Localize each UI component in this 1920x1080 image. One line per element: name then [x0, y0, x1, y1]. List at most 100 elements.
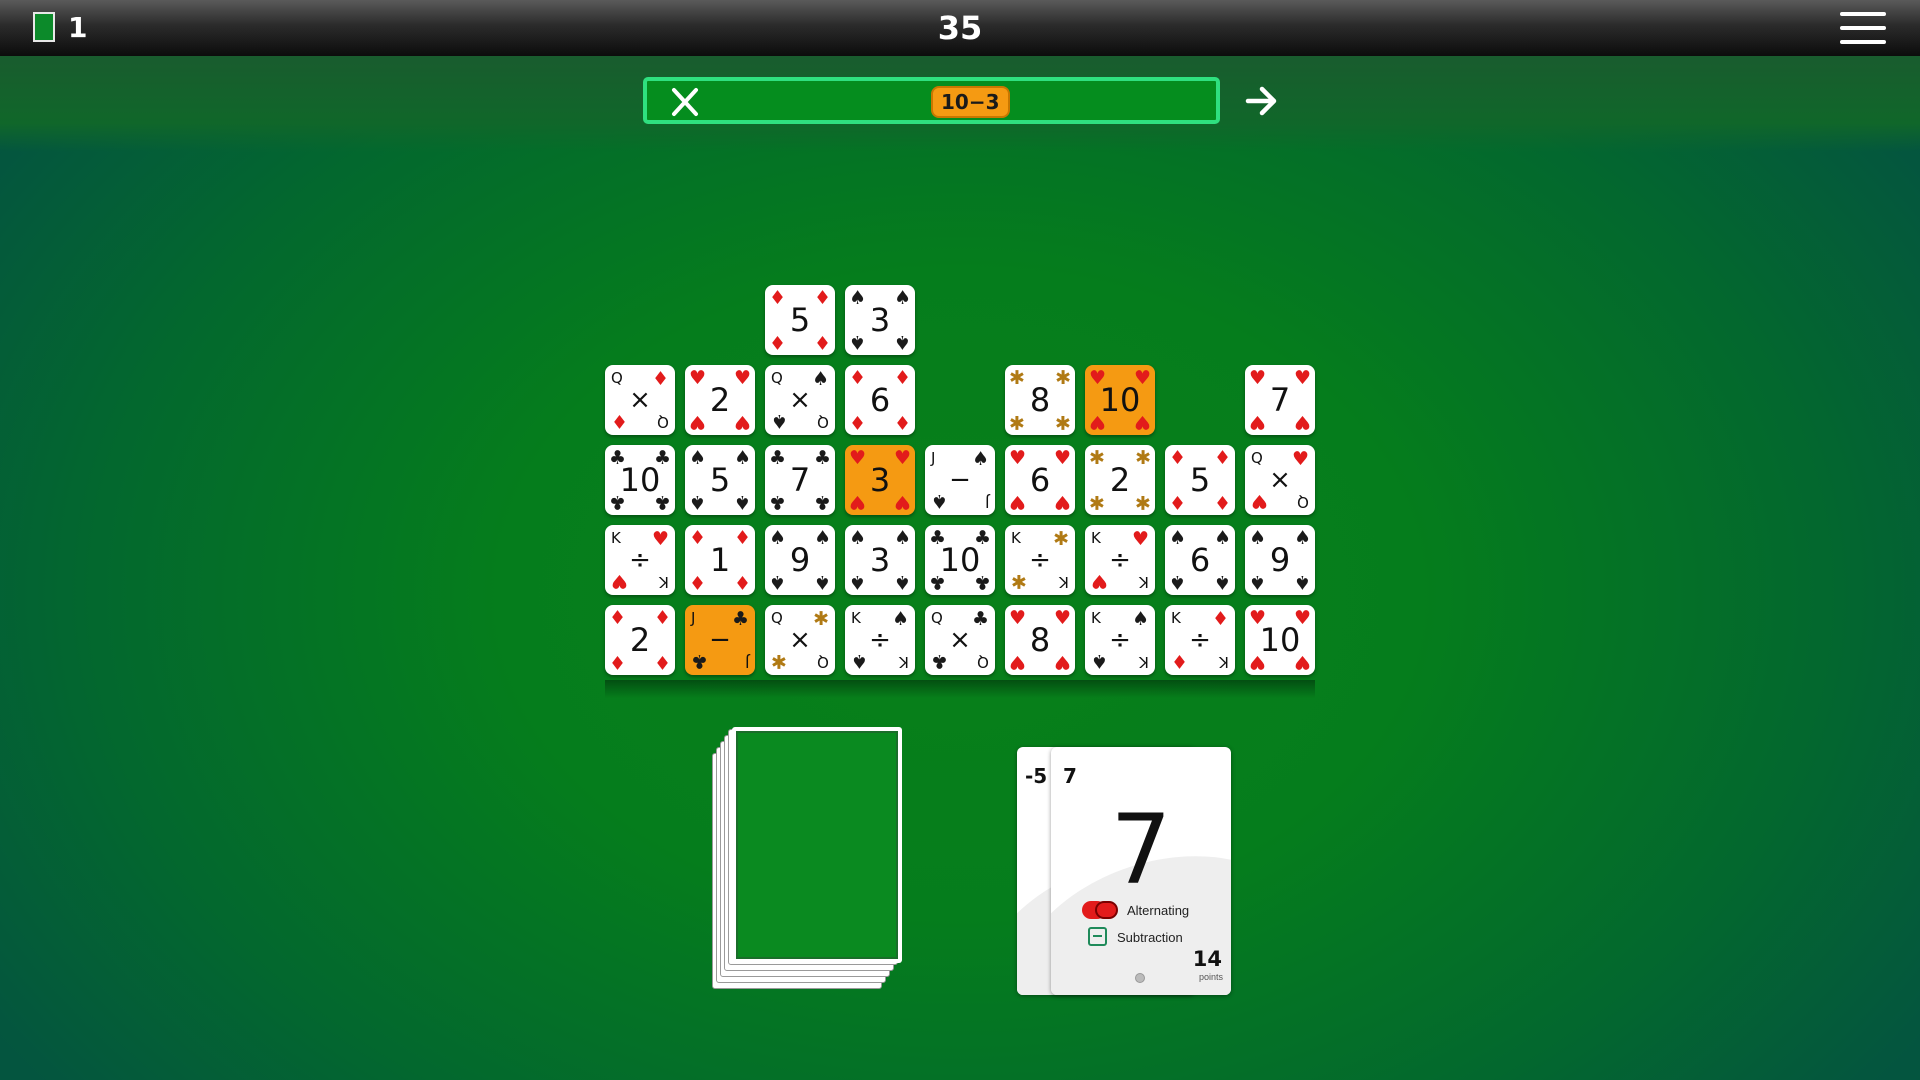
rule-subtraction: Subtraction [1117, 930, 1183, 945]
card-rank: K [1219, 653, 1229, 671]
card-q-diamonds[interactable]: Q Q ♦ ♦ × [605, 365, 675, 435]
card-q-spades[interactable]: Q Q ♠ ♠ × [765, 365, 835, 435]
card-10-hearts[interactable]: ♥ ♥ ♥ ♥ 10 [1245, 605, 1315, 675]
card-operator: ÷ [1029, 545, 1051, 575]
current-card-value: 7 [1110, 794, 1172, 906]
card-rank: K [899, 653, 909, 671]
card-operator: ÷ [629, 545, 651, 575]
card-k-diamonds[interactable]: K K ♦ ♦ ÷ [1165, 605, 1235, 675]
card-operator: ÷ [1189, 625, 1211, 655]
card-5-diamonds[interactable]: ♦ ♦ ♦ ♦ 5 [765, 285, 835, 355]
arrow-right-icon[interactable] [1242, 83, 1282, 119]
card-k-hearts[interactable]: K K ♥ ♥ ÷ [1085, 525, 1155, 595]
card-value: 2 [629, 621, 651, 659]
card-operator: ÷ [1109, 625, 1131, 655]
card-value: 1 [709, 541, 731, 579]
card-operator: × [789, 625, 811, 655]
card-value: 5 [709, 461, 731, 499]
card-rank: Q [931, 609, 943, 627]
card-rank: Q [771, 609, 783, 627]
previous-card-value: -5 [1025, 764, 1048, 788]
card-operator: × [1269, 465, 1291, 495]
card-rank: J [984, 493, 989, 511]
card-q-clubs[interactable]: Q Q ♣ ♣ × [925, 605, 995, 675]
card-value: 10 [1099, 381, 1141, 419]
card-operator: × [789, 385, 811, 415]
indicator-dot [1135, 973, 1145, 983]
discard-pile: -5 7 7 Alternating Subtraction 14 points [1017, 747, 1232, 995]
card-rank: K [1011, 529, 1021, 547]
card-value: 8 [1029, 621, 1051, 659]
card-rank: Q [611, 369, 623, 387]
card-value: 8 [1029, 381, 1051, 419]
expression-box: 10−3 [643, 77, 1220, 124]
card-value: 9 [1269, 541, 1291, 579]
board-tray [605, 680, 1315, 698]
card-10-clubs[interactable]: ♣ ♣ ♣ ♣ 10 [605, 445, 675, 515]
card-6-hearts[interactable]: ♥ ♥ ♥ ♥ 6 [1005, 445, 1075, 515]
card-10-clubs[interactable]: ♣ ♣ ♣ ♣ 10 [925, 525, 995, 595]
card-value: 2 [709, 381, 731, 419]
card-value: 10 [619, 461, 661, 499]
card-9-spades[interactable]: ♠ ♠ ♠ ♠ 9 [765, 525, 835, 595]
rule-alternating: Alternating [1127, 903, 1190, 918]
top-bar: 1 35 [0, 0, 1920, 56]
card-9-spades[interactable]: ♠ ♠ ♠ ♠ 9 [1245, 525, 1315, 595]
score: 35 [937, 9, 983, 47]
card-3-hearts[interactable]: ♥ ♥ ♥ ♥ 3 [845, 445, 915, 515]
subtraction-icon [1088, 927, 1107, 946]
card-j-spades[interactable]: J J ♠ ♠ − [925, 445, 995, 515]
card-rank: K [1171, 609, 1181, 627]
card-2-diamonds[interactable]: ♦ ♦ ♦ ♦ 2 [605, 605, 675, 675]
close-icon[interactable] [667, 85, 703, 119]
card-8-bees[interactable]: ✱ ✱ ✱ ✱ 8 [1005, 365, 1075, 435]
card-2-bees[interactable]: ✱ ✱ ✱ ✱ 2 [1085, 445, 1155, 515]
card-value: 10 [939, 541, 981, 579]
current-card: 7 7 Alternating Subtraction 14 points [1051, 747, 1231, 995]
card-1-diamonds[interactable]: ♦ ♦ ♦ ♦ 1 [685, 525, 755, 595]
card-value: 3 [869, 461, 891, 499]
card-operator: − [709, 625, 731, 655]
points-value: 14 [1192, 947, 1222, 971]
card-6-spades[interactable]: ♠ ♠ ♠ ♠ 6 [1165, 525, 1235, 595]
current-card-corner-value: 7 [1063, 764, 1077, 788]
card-k-spades[interactable]: K K ♠ ♠ ÷ [845, 605, 915, 675]
alternating-icon [1082, 901, 1118, 919]
card-value: 7 [789, 461, 811, 499]
card-rank: J [691, 609, 696, 627]
points-label: points [1198, 972, 1223, 982]
card-value: 7 [1269, 381, 1291, 419]
card-j-clubs[interactable]: J J ♣ ♣ − [685, 605, 755, 675]
card-5-diamonds[interactable]: ♦ ♦ ♦ ♦ 5 [1165, 445, 1235, 515]
card-value: 9 [789, 541, 811, 579]
card-value: 6 [1029, 461, 1051, 499]
card-rank: Q [1251, 449, 1263, 467]
card-value: 3 [869, 541, 891, 579]
card-value: 5 [789, 301, 811, 339]
card-rank: Q [1297, 493, 1309, 511]
card-7-clubs[interactable]: ♣ ♣ ♣ ♣ 7 [765, 445, 835, 515]
card-q-hearts[interactable]: Q Q ♥ ♥ × [1245, 445, 1315, 515]
card-k-bees[interactable]: K K ✱ ✱ ÷ [1005, 525, 1075, 595]
card-q-bees[interactable]: Q Q ✱ ✱ × [765, 605, 835, 675]
card-rank: Q [817, 413, 829, 431]
card-rank: Q [771, 369, 783, 387]
card-3-spades[interactable]: ♠ ♠ ♠ ♠ 3 [845, 525, 915, 595]
card-8-hearts[interactable]: ♥ ♥ ♥ ♥ 8 [1005, 605, 1075, 675]
card-value: 10 [1259, 621, 1301, 659]
card-2-hearts[interactable]: ♥ ♥ ♥ ♥ 2 [685, 365, 755, 435]
card-3-spades[interactable]: ♠ ♠ ♠ ♠ 3 [845, 285, 915, 355]
hamburger-menu-icon[interactable] [1840, 12, 1886, 46]
card-rank: J [744, 653, 749, 671]
card-rank: K [611, 529, 621, 547]
card-rank: Q [817, 653, 829, 671]
card-6-diamonds[interactable]: ♦ ♦ ♦ ♦ 6 [845, 365, 915, 435]
stock-pile[interactable] [712, 727, 904, 989]
card-k-spades[interactable]: K K ♠ ♠ ÷ [1085, 605, 1155, 675]
card-k-hearts[interactable]: K K ♥ ♥ ÷ [605, 525, 675, 595]
card-5-spades[interactable]: ♠ ♠ ♠ ♠ 5 [685, 445, 755, 515]
card-rank: K [1139, 573, 1149, 591]
card-7-hearts[interactable]: ♥ ♥ ♥ ♥ 7 [1245, 365, 1315, 435]
card-value: 6 [869, 381, 891, 419]
card-10-hearts[interactable]: ♥ ♥ ♥ ♥ 10 [1085, 365, 1155, 435]
